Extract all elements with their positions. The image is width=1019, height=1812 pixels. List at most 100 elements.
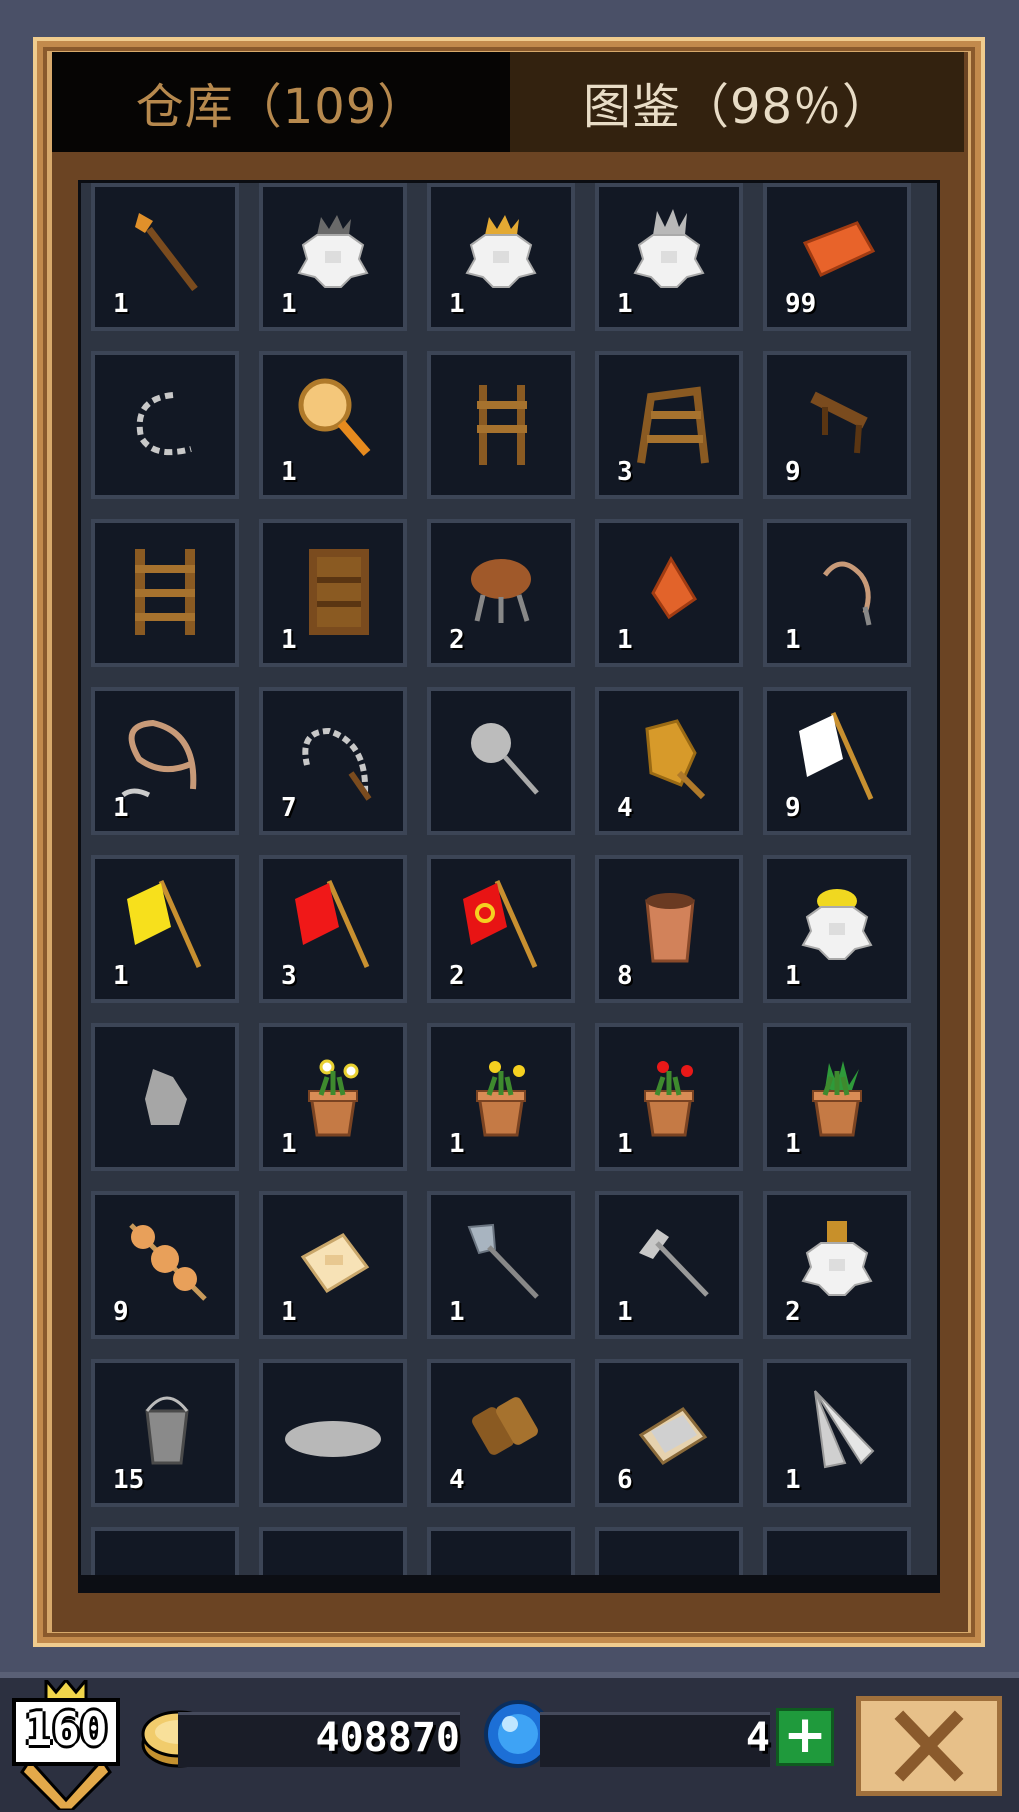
wooden-rack-icon [617,367,721,471]
item-count: 1 [449,1129,465,1159]
inventory-slot[interactable] [91,1023,239,1171]
inventory-slot[interactable]: 9 [91,1191,239,1339]
inventory-slot[interactable] [91,1527,239,1577]
shovel-icon [449,1207,553,1311]
inventory-slot[interactable]: 3 [595,351,743,499]
inventory-slot[interactable]: 4 [427,1359,575,1507]
inventory-slot[interactable] [427,1527,575,1577]
metal-bucket-icon [113,1375,217,1479]
red-hammer-sickle-flag-icon [449,871,553,975]
inventory-slot[interactable]: 1 [763,1023,911,1171]
item-count: 1 [617,1297,633,1327]
straw-hat-pelt-icon [785,871,889,975]
magnifier-icon [281,367,385,471]
inventory-slot[interactable]: 1 [259,1023,407,1171]
wooden-ladder-short-icon [449,367,553,471]
inventory-slot[interactable]: 1 [595,183,743,331]
inventory-slot[interactable] [427,687,575,835]
inventory-slot[interactable]: 1 [259,351,407,499]
tab-bar: 仓库（109） 图鉴（98％） [52,52,964,152]
inventory-slot[interactable]: 4 [595,687,743,835]
close-icon [894,1710,964,1782]
inventory-slot[interactable]: 2 [763,1191,911,1339]
orange-gem-icon [617,535,721,639]
soap-bar-icon [281,1207,385,1311]
item-count: 1 [449,289,465,319]
item-count: 2 [449,625,465,655]
item-count: 2 [449,961,465,991]
tab-codex[interactable]: 图鉴（98％） [510,52,964,152]
gold-amount: 408870 [315,1715,461,1761]
inventory-slot[interactable] [427,351,575,499]
red-flag-icon [281,871,385,975]
pelt-with-item-icon [785,1207,889,1311]
white-flag-icon [785,703,889,807]
inventory-slot[interactable]: 1 [595,1191,743,1339]
potted-red-flower-icon [617,1039,721,1143]
inventory-slot[interactable]: 99 [763,183,911,331]
item-count: 9 [785,457,801,487]
inventory-slot[interactable]: 1 [595,1023,743,1171]
gray-platter-icon [281,1375,385,1479]
item-count: 1 [281,1297,297,1327]
inventory-slot[interactable]: 1 [763,519,911,667]
item-count: 4 [617,793,633,823]
item-count: 1 [113,289,129,319]
inventory-slot[interactable]: 15 [91,1359,239,1507]
inventory-slot[interactable]: 2 [427,855,575,1003]
inventory-slot[interactable]: 1 [427,1191,575,1339]
item-count: 1 [281,457,297,487]
inventory-slot[interactable] [91,519,239,667]
inventory-slot[interactable]: 9 [763,351,911,499]
inventory-slot[interactable]: 1 [259,1191,407,1339]
inventory-slot[interactable]: 1 [91,687,239,835]
fishing-net-icon [449,703,553,807]
tab-warehouse[interactable]: 仓库（109） [52,52,510,152]
item-count: 4 [449,1465,465,1495]
golden-net-icon [617,703,721,807]
yellow-flag-icon [113,871,217,975]
chain-icon [113,367,217,471]
inventory-slot[interactable]: 2 [427,519,575,667]
pickaxe-icon [617,1207,721,1311]
inventory-slot[interactable]: 3 [259,855,407,1003]
item-count: 1 [617,625,633,655]
gem-amount: 4 [745,1715,770,1761]
item-count: 1 [113,793,129,823]
torch-icon [113,199,217,303]
gray-sack-icon [113,1039,217,1143]
wooden-ladder-icon [113,535,217,639]
item-count: 3 [617,457,633,487]
item-count: 1 [281,289,297,319]
inventory-slot[interactable] [763,1527,911,1577]
inventory-slot[interactable]: 1 [91,855,239,1003]
add-gems-button[interactable]: + [776,1708,834,1766]
inventory-slot[interactable]: 6 [595,1359,743,1507]
inventory-slot[interactable]: 1 [763,1359,911,1507]
inventory-slot[interactable]: 1 [595,519,743,667]
inventory-slot[interactable]: 1 [427,1023,575,1171]
inventory-slot[interactable]: 1 [259,519,407,667]
inventory-slot[interactable]: 9 [763,687,911,835]
item-count: 1 [449,1297,465,1327]
inventory-slot[interactable] [259,1527,407,1577]
potted-aloe-icon [785,1039,889,1143]
inventory-slot[interactable]: 1 [259,183,407,331]
wooden-bench-icon [785,367,889,471]
inventory-slot[interactable] [259,1359,407,1507]
inventory-slot[interactable] [595,1527,743,1577]
small-whip-icon [785,535,889,639]
item-count: 7 [281,793,297,823]
item-count: 1 [281,1129,297,1159]
inventory-slot[interactable] [91,351,239,499]
inventory-slot[interactable]: 1 [763,855,911,1003]
player-level: 160 [24,1702,108,1756]
inventory-slot[interactable]: 7 [259,687,407,835]
inventory-slot[interactable]: 8 [595,855,743,1003]
item-count: 9 [785,793,801,823]
inventory-slot[interactable]: 1 [427,183,575,331]
inventory-slot[interactable]: 1 [91,183,239,331]
item-count: 8 [617,961,633,991]
item-grid[interactable]: 1 1 1 1 99 1 3 9 1 2 1 1 1 7 4 9 1 3 2 8 1 1 1 1 1 9 1 1 1 2 15 4 6 1 [78,180,940,1580]
close-button[interactable] [856,1696,1002,1796]
